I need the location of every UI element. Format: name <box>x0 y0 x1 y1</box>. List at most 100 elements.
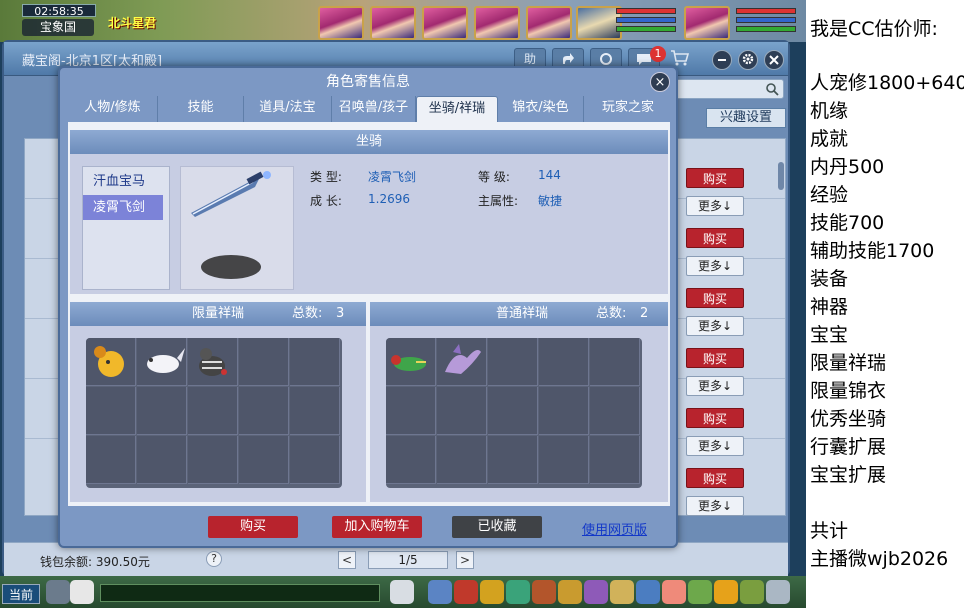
panel-line: 技能700 <box>810 212 885 234</box>
xiangrui-slot[interactable] <box>137 436 187 484</box>
xiangrui-slot[interactable] <box>86 338 136 386</box>
listing-more-button[interactable]: 更多↓ <box>686 376 744 396</box>
xiangrui-slot[interactable] <box>488 338 538 386</box>
settings-button[interactable] <box>738 50 758 70</box>
listing-buy-button[interactable]: 购买 <box>686 228 744 248</box>
panel-line: 主播微wjb2026 <box>810 548 949 570</box>
tab-outfits[interactable]: 锦衣/染色 <box>498 96 584 122</box>
tab-items[interactable]: 道具/法宝 <box>244 96 332 122</box>
xiangrui-slot[interactable] <box>290 436 340 484</box>
xiangrui-slot[interactable] <box>437 436 487 484</box>
help-icon[interactable]: ? <box>206 551 222 567</box>
xiangrui-slot[interactable] <box>137 338 187 386</box>
favorited-button[interactable]: 已收藏 <box>452 516 542 538</box>
xiangrui-slot[interactable] <box>488 387 538 435</box>
close-window-button[interactable] <box>764 50 784 70</box>
team-icon[interactable] <box>480 580 504 604</box>
game-scene-top: 02:58:35 宝象国 北斗星君 <box>0 0 806 42</box>
xiangrui-slot[interactable] <box>488 436 538 484</box>
tab-character[interactable]: 人物/修炼 <box>68 96 158 122</box>
team-portrait[interactable] <box>526 6 572 40</box>
xiangrui-slot[interactable] <box>539 338 589 386</box>
tab-skills[interactable]: 技能 <box>158 96 244 122</box>
add-to-cart-button[interactable]: 加入购物车 <box>332 516 422 538</box>
shop-icon[interactable] <box>662 580 686 604</box>
listing-more-button[interactable]: 更多↓ <box>686 436 744 456</box>
guild-icon[interactable] <box>584 580 608 604</box>
xiangrui-slot[interactable] <box>290 387 340 435</box>
list-scrollbar[interactable] <box>778 162 784 190</box>
xiangrui-slot[interactable] <box>239 436 289 484</box>
buy-button[interactable]: 购买 <box>208 516 298 538</box>
xiangrui-slot[interactable] <box>239 338 289 386</box>
search-input[interactable] <box>662 79 784 99</box>
xiangrui-slot[interactable] <box>386 338 436 386</box>
pet-icon[interactable] <box>506 580 530 604</box>
interest-settings-button[interactable]: 兴趣设置 <box>706 108 786 128</box>
bag-icon[interactable] <box>454 580 478 604</box>
team-portrait[interactable] <box>318 6 364 40</box>
xiangrui-slot[interactable] <box>188 436 238 484</box>
listing-more-button[interactable]: 更多↓ <box>686 196 744 216</box>
web-version-link[interactable]: 使用网页版 <box>582 519 647 538</box>
tab-mounts[interactable]: 坐骑/祥瑞 <box>416 96 498 122</box>
tab-pets[interactable]: 召唤兽/孩子 <box>332 96 416 122</box>
team-portrait[interactable] <box>422 6 468 40</box>
listing-buy-button[interactable]: 购买 <box>686 168 744 188</box>
green-beast-icon <box>391 355 426 371</box>
xiangrui-slot[interactable] <box>590 436 640 484</box>
emote-icon[interactable] <box>714 580 738 604</box>
chat-input[interactable] <box>100 584 380 602</box>
mail-icon[interactable] <box>636 580 660 604</box>
xiangrui-slot[interactable] <box>437 338 487 386</box>
xiangrui-slot[interactable] <box>539 436 589 484</box>
xiangrui-slot[interactable] <box>437 387 487 435</box>
xiangrui-slot[interactable] <box>188 338 238 386</box>
dialog-close-button[interactable]: × <box>650 72 670 92</box>
gift-icon[interactable] <box>558 580 582 604</box>
mount-list-item[interactable]: 汗血宝马 <box>83 169 163 194</box>
striped-cat-icon <box>199 348 227 376</box>
xiangrui-slot[interactable] <box>86 387 136 435</box>
search-icon[interactable] <box>765 82 779 96</box>
next-page-button[interactable]: > <box>456 551 474 569</box>
xiangrui-slot[interactable] <box>188 387 238 435</box>
team-portrait[interactable] <box>474 6 520 40</box>
xiangrui-slot[interactable] <box>590 387 640 435</box>
skill-icon[interactable] <box>532 580 556 604</box>
tab-home[interactable]: 玩家之家 <box>584 96 672 122</box>
streamer-price-panel: 我是CC估价师: 人宠修1800+640 机缘 成就 内丹500 经验 技能70… <box>806 0 964 608</box>
xiangrui-slot[interactable] <box>86 436 136 484</box>
cart-icon <box>671 50 690 66</box>
chat-channel-button[interactable]: 当前 <box>2 584 40 604</box>
weapon-icon[interactable] <box>428 580 452 604</box>
listing-buy-button[interactable]: 购买 <box>686 348 744 368</box>
xiangrui-slot[interactable] <box>539 387 589 435</box>
xiangrui-slot[interactable] <box>290 338 340 386</box>
listing-buy-button[interactable]: 购买 <box>686 408 744 428</box>
chat-icon[interactable] <box>70 580 94 604</box>
listing-buy-button[interactable]: 购买 <box>686 288 744 308</box>
panda-icon[interactable] <box>390 580 414 604</box>
mount-list-item-selected[interactable]: 凌霄飞剑 <box>83 195 163 220</box>
listing-more-button[interactable]: 更多↓ <box>686 496 744 516</box>
listing-buy-button[interactable]: 购买 <box>686 468 744 488</box>
listing-more-button[interactable]: 更多↓ <box>686 256 744 276</box>
player-portrait[interactable] <box>684 6 730 40</box>
team-portrait[interactable] <box>370 6 416 40</box>
xiangrui-slot[interactable] <box>386 387 436 435</box>
microphone-icon[interactable] <box>46 580 70 604</box>
minimize-button[interactable] <box>712 50 732 70</box>
xiangrui-slot[interactable] <box>239 387 289 435</box>
limited-xiangrui-panel <box>70 326 366 502</box>
xiangrui-slot[interactable] <box>137 387 187 435</box>
xiangrui-slot[interactable] <box>386 436 436 484</box>
map-icon[interactable] <box>740 580 764 604</box>
system-icon[interactable] <box>766 580 790 604</box>
location-label[interactable]: 宝象国 <box>22 19 94 36</box>
friend-icon[interactable] <box>688 580 712 604</box>
quest-icon[interactable] <box>610 580 634 604</box>
listing-more-button[interactable]: 更多↓ <box>686 316 744 336</box>
xiangrui-slot[interactable] <box>590 338 640 386</box>
prev-page-button[interactable]: < <box>338 551 356 569</box>
